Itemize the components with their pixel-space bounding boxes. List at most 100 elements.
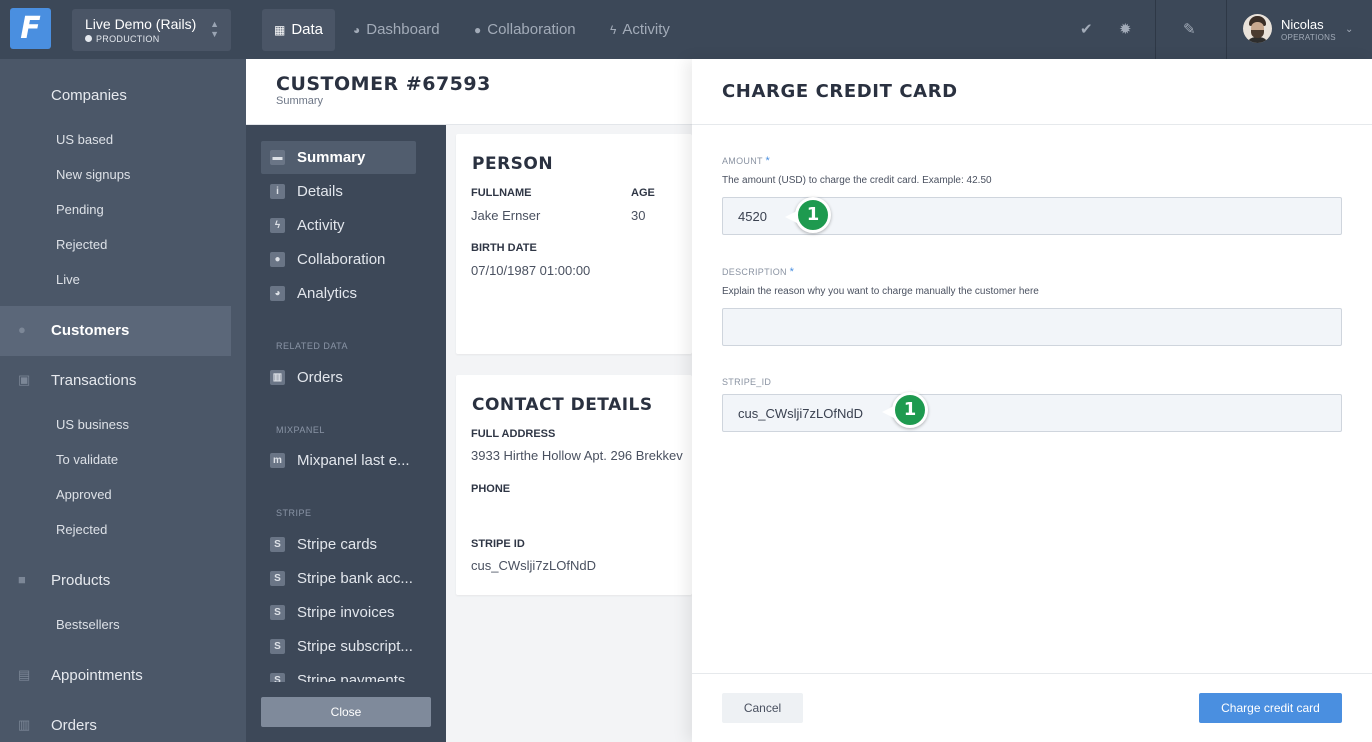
info-icon: i bbox=[270, 184, 285, 199]
mixpanel-last-events[interactable]: m Mixpanel last e... bbox=[261, 444, 416, 477]
record-tab-summary[interactable]: ▬ Summary bbox=[261, 141, 416, 174]
person-title: PERSON bbox=[472, 154, 554, 174]
page-subtitle: Summary bbox=[276, 95, 324, 107]
birth-date-label: BIRTH DATE bbox=[471, 242, 537, 254]
stripe-heading: STRIPE bbox=[276, 508, 312, 518]
stripe-id-input[interactable] bbox=[722, 394, 1342, 432]
contact-title: CONTACT DETAILS bbox=[472, 395, 653, 415]
environment-stage: PRODUCTION bbox=[85, 34, 160, 44]
divider bbox=[1226, 0, 1227, 59]
stripe-icon: S bbox=[270, 639, 285, 654]
required-marker: * bbox=[765, 155, 771, 167]
avatar[interactable] bbox=[1243, 14, 1272, 43]
bolt-icon: ϟ bbox=[610, 23, 617, 37]
mixpanel-heading: MIXPANEL bbox=[276, 425, 325, 435]
sidebar-subitem-pending[interactable]: Pending bbox=[56, 202, 104, 217]
fullname-label: FULLNAME bbox=[471, 187, 532, 199]
globe-icon bbox=[85, 35, 92, 42]
gear-icon[interactable]: ✹ bbox=[1119, 20, 1132, 38]
cancel-button[interactable]: Cancel bbox=[722, 693, 803, 723]
sidebar-subitem-us-business[interactable]: US business bbox=[56, 417, 129, 432]
environment-switcher[interactable]: Live Demo (Rails) PRODUCTION ▲ ▼ bbox=[72, 9, 231, 51]
money-icon: ▣ bbox=[18, 372, 31, 387]
tab-collaboration[interactable]: ● Collaboration bbox=[462, 9, 588, 51]
tab-dashboard[interactable]: ◕ Dashboard bbox=[341, 9, 452, 51]
sidebar: Companies US based New signups Pending R… bbox=[0, 59, 246, 742]
contact-details-card: CONTACT DETAILS FULL ADDRESS 3933 Hirthe… bbox=[456, 375, 692, 595]
table-icon: ▦ bbox=[274, 23, 286, 37]
summary-icon: ▬ bbox=[270, 150, 285, 165]
chevron-down-icon[interactable]: ⌄ bbox=[1345, 24, 1353, 35]
environment-name: Live Demo (Rails) bbox=[85, 16, 197, 32]
sidebar-subitem-new-signups[interactable]: New signups bbox=[56, 167, 130, 182]
record-tab-collaboration[interactable]: ● Collaboration bbox=[261, 243, 416, 276]
page-title: CUSTOMER #67593 bbox=[276, 73, 491, 95]
stripe-id-field-label: STRIPE_ID bbox=[722, 377, 772, 387]
sidebar-item-customers[interactable]: ● Customers bbox=[0, 306, 231, 356]
dashboard-icon: ◕ bbox=[353, 23, 361, 37]
sidebar-item-companies[interactable]: Companies bbox=[0, 71, 231, 121]
required-marker: * bbox=[789, 266, 795, 278]
record-tab-analytics[interactable]: ◕ Analytics bbox=[261, 277, 416, 310]
record-tab-activity[interactable]: ϟ Activity bbox=[261, 209, 416, 242]
birth-date-value: 07/10/1987 01:00:00 bbox=[471, 263, 591, 278]
record-tab-details[interactable]: i Details bbox=[261, 175, 416, 208]
step-badge: 1 bbox=[785, 197, 831, 233]
stripe-id-value: cus_CWslji7zLOfNdD bbox=[471, 558, 596, 573]
basket-icon: ▥ bbox=[18, 717, 31, 732]
amount-label: AMOUNT * bbox=[722, 155, 771, 167]
related-data-heading: RELATED DATA bbox=[276, 341, 349, 351]
related-orders[interactable]: ▥ Orders bbox=[261, 361, 416, 394]
user-name[interactable]: Nicolas bbox=[1281, 17, 1324, 32]
description-input[interactable] bbox=[722, 308, 1342, 346]
tab-data[interactable]: ▦ Data bbox=[262, 9, 336, 51]
record-header: CUSTOMER #67593 Summary bbox=[246, 59, 692, 125]
sidebar-item-appointments[interactable]: ▤ Appointments bbox=[0, 651, 231, 701]
sidebar-subitem-to-validate[interactable]: To validate bbox=[56, 452, 118, 467]
stripe-icon: S bbox=[270, 537, 285, 552]
tab-activity[interactable]: ϟ Activity bbox=[598, 9, 682, 51]
charge-credit-card-modal: CHARGE CREDIT CARD AMOUNT * The amount (… bbox=[692, 59, 1372, 742]
sidebar-subitem-bestsellers[interactable]: Bestsellers bbox=[56, 617, 120, 632]
sidebar-subitem-rejected[interactable]: Rejected bbox=[56, 237, 107, 252]
check-icon[interactable]: ✔ bbox=[1080, 20, 1093, 38]
sidebar-subitem-live[interactable]: Live bbox=[56, 272, 80, 287]
description-help: Explain the reason why you want to charg… bbox=[722, 286, 1039, 297]
stripe-id-label: STRIPE ID bbox=[471, 538, 525, 550]
modal-title: CHARGE CREDIT CARD bbox=[722, 81, 958, 102]
bolt-icon: ϟ bbox=[270, 218, 285, 233]
app-logo[interactable]: F bbox=[10, 8, 51, 49]
address-label: FULL ADDRESS bbox=[471, 428, 556, 440]
stripe-invoices[interactable]: S Stripe invoices bbox=[261, 596, 416, 629]
stripe-subscriptions[interactable]: S Stripe subscript... bbox=[261, 630, 416, 663]
user-icon: ● bbox=[18, 322, 26, 337]
chat-icon: ● bbox=[270, 252, 285, 267]
modal-header: CHARGE CREDIT CARD bbox=[692, 59, 1372, 125]
calendar-icon: ▤ bbox=[18, 667, 31, 682]
stripe-bank-accounts[interactable]: S Stripe bank acc... bbox=[261, 562, 416, 595]
person-card: PERSON FULLNAME Jake Ernser AGE 30 BIRTH… bbox=[456, 134, 692, 354]
analytics-icon: ◕ bbox=[270, 286, 285, 301]
sidebar-item-products[interactable]: ■ Products bbox=[0, 556, 231, 606]
amount-help: The amount (USD) to charge the credit ca… bbox=[722, 175, 992, 186]
modal-footer: Cancel Charge credit card bbox=[692, 673, 1372, 742]
sidebar-subitem-us-based[interactable]: US based bbox=[56, 132, 113, 147]
user-role: OPERATIONS bbox=[1281, 33, 1336, 42]
brush-icon[interactable]: ✎ bbox=[1183, 20, 1196, 38]
chevron-updown-icon: ▲ ▼ bbox=[210, 19, 219, 39]
close-button[interactable]: Close bbox=[261, 697, 431, 727]
age-value: 30 bbox=[631, 208, 646, 223]
sidebar-subitem-rejected[interactable]: Rejected bbox=[56, 522, 107, 537]
basket-icon: ▥ bbox=[270, 370, 285, 385]
top-navigation-bar: F Live Demo (Rails) PRODUCTION ▲ ▼ ▦ Data … bbox=[0, 0, 1372, 59]
stripe-cards[interactable]: S Stripe cards bbox=[261, 528, 416, 561]
sidebar-item-transactions[interactable]: ▣ Transactions bbox=[0, 356, 231, 406]
sidebar-item-orders[interactable]: ▥ Orders bbox=[0, 701, 231, 742]
sidebar-subitem-approved[interactable]: Approved bbox=[56, 487, 112, 502]
record-navigation: ▬ Summary i Details ϟ Activity ● Collaborati… bbox=[246, 125, 446, 742]
age-label: AGE bbox=[631, 187, 655, 199]
charge-credit-card-button[interactable]: Charge credit card bbox=[1199, 693, 1342, 723]
mixpanel-icon: m bbox=[270, 453, 285, 468]
stripe-payments[interactable]: S Stripe payments bbox=[261, 664, 416, 682]
stripe-icon: S bbox=[270, 605, 285, 620]
